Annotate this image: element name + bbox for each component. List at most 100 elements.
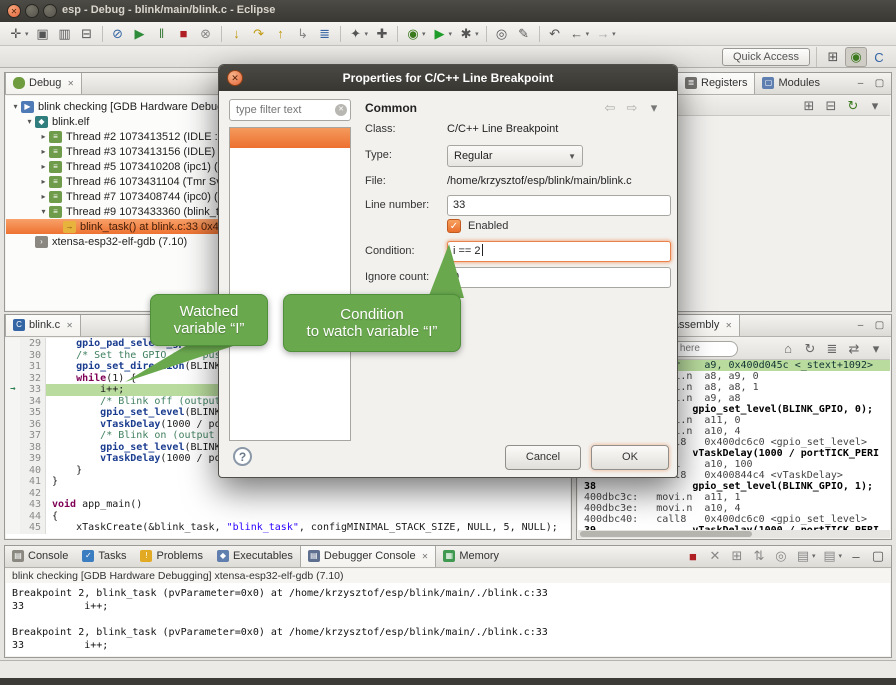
scrollbar-thumb[interactable] [580, 531, 752, 537]
sidebar-item[interactable] [230, 148, 350, 168]
code-line[interactable]: 45 xTaskCreate(&blink_task, "blink_task"… [6, 522, 570, 534]
step-over-icon[interactable]: ↷▾ [249, 24, 269, 44]
open-perspective-icon[interactable]: ⊞▾ [823, 47, 843, 67]
step-return-icon[interactable]: ↑▾ [271, 24, 291, 44]
gutter-annotation[interactable] [6, 453, 20, 465]
disconnect-icon[interactable]: ⊗▾ [196, 24, 216, 44]
instruction-stepping-icon[interactable]: ≣▾ [315, 24, 335, 44]
gutter-annotation[interactable] [6, 419, 20, 431]
clear-filter-icon[interactable]: ✕ [335, 104, 347, 116]
external-tools-icon[interactable]: ✱▾ [456, 24, 481, 44]
gutter-annotation[interactable] [6, 430, 20, 442]
close-icon[interactable]: ✕ [422, 552, 429, 561]
cancel-button[interactable]: Cancel [505, 445, 581, 470]
window-close-button[interactable]: ✕ [7, 4, 21, 18]
close-icon[interactable]: ✕ [67, 79, 74, 88]
expander-icon[interactable]: ▾ [24, 117, 35, 126]
tab-debug[interactable]: Debug ✕ [5, 72, 82, 94]
view-menu-icon[interactable]: ▾▾ [865, 96, 885, 116]
save-icon[interactable]: ▣▾ [33, 24, 53, 44]
layout-icon[interactable]: ⊞▾ [799, 96, 819, 116]
view-menu-icon[interactable]: ▾▾ [866, 339, 886, 359]
pin-console-icon[interactable]: ◎▾ [771, 546, 791, 566]
horizontal-scrollbar[interactable] [578, 530, 890, 538]
gutter-annotation[interactable] [6, 373, 20, 385]
show-source-icon[interactable]: ≣▾ [822, 339, 842, 359]
type-dropdown[interactable]: Regular ▼ [447, 145, 583, 167]
scroll-lock-icon[interactable]: ⇅▾ [749, 546, 769, 566]
maximize-icon[interactable]: ▢▾ [868, 546, 888, 566]
refresh-icon[interactable]: ↻▾ [843, 96, 863, 116]
display-console-icon[interactable]: ▤▾ [793, 546, 818, 566]
console-output[interactable]: Breakpoint 2, blink_task (pvParameter=0x… [6, 583, 890, 656]
maximize-icon[interactable]: ▢ [872, 318, 887, 333]
forward-icon[interactable]: →▾ [593, 24, 618, 44]
expander-icon[interactable]: ▾ [38, 207, 49, 216]
minimize-icon[interactable]: – [853, 76, 868, 91]
line-number-field[interactable]: 33 [447, 195, 671, 216]
console-tab[interactable]: Console ✕ [5, 545, 75, 567]
console-tab[interactable]: Debugger Console ✕ [300, 545, 436, 567]
dialog-close-button[interactable]: ✕ [227, 70, 243, 86]
collapse-all-icon[interactable]: ⊟▾ [821, 96, 841, 116]
gutter-annotation[interactable]: → [6, 384, 20, 396]
build-icon[interactable]: ✦▾ [346, 24, 371, 44]
minimize-icon[interactable]: –▾ [846, 546, 866, 566]
expander-icon[interactable]: ▸ [38, 162, 49, 171]
gutter-annotation[interactable] [6, 476, 20, 488]
refresh-icon[interactable]: ↻▾ [800, 339, 820, 359]
clear-console-icon[interactable]: ⊞▾ [727, 546, 747, 566]
terminate-icon[interactable]: ■▾ [174, 24, 194, 44]
code-line[interactable]: 44 { [6, 511, 570, 523]
back-icon[interactable]: ⇦▾ [600, 98, 620, 118]
expander-icon[interactable]: ▸ [38, 177, 49, 186]
resume-icon[interactable]: ▶▾ [130, 24, 150, 44]
sidebar-item[interactable] [230, 128, 350, 148]
code-line[interactable]: 42 [6, 488, 570, 500]
gutter-annotation[interactable] [6, 511, 20, 523]
maximize-icon[interactable]: ▢ [872, 76, 887, 91]
run-icon[interactable]: ▶▾ [430, 24, 455, 44]
ignore-count-field[interactable]: 0 [447, 267, 671, 288]
help-button[interactable]: ? [233, 447, 252, 466]
expander-icon[interactable]: ▸ [38, 132, 49, 141]
remove-launch-icon[interactable]: ✕▾ [705, 546, 725, 566]
open-element-icon[interactable]: ✎▾ [514, 24, 534, 44]
enabled-checkbox[interactable]: ✓ [447, 219, 461, 233]
home-icon[interactable]: ⌂▾ [778, 339, 798, 359]
gutter-annotation[interactable] [6, 488, 20, 500]
suspend-icon[interactable]: ‖▾ [152, 24, 172, 44]
minimize-icon[interactable]: – [853, 318, 868, 333]
close-icon[interactable]: ✕ [725, 321, 732, 330]
back-icon[interactable]: ←▾ [567, 24, 592, 44]
search-icon[interactable]: ◎▾ [492, 24, 512, 44]
tab-modules[interactable]: Modules [755, 72, 827, 94]
step-into-icon[interactable]: ↓▾ [227, 24, 247, 44]
console-tab[interactable]: Memory ✕ [436, 545, 506, 567]
save-all-icon[interactable]: ▥▾ [55, 24, 75, 44]
terminate-icon[interactable]: ■▾ [683, 546, 703, 566]
gutter-annotation[interactable] [6, 465, 20, 477]
view-menu-icon[interactable]: ▾▾ [644, 98, 664, 118]
sidebar-item[interactable] [230, 168, 350, 188]
sync-icon[interactable]: ⇄▾ [844, 339, 864, 359]
window-minimize-button[interactable] [25, 4, 39, 18]
debug-icon[interactable]: ◉▾ [403, 24, 428, 44]
gutter-annotation[interactable] [6, 350, 20, 362]
debug-perspective-icon[interactable]: ◉▾ [845, 47, 867, 67]
cpp-perspective-icon[interactable]: C▾ [869, 47, 889, 67]
gutter-annotation[interactable] [6, 407, 20, 419]
expander-icon[interactable]: ▸ [38, 192, 49, 201]
expander-icon[interactable]: ▾ [10, 102, 21, 111]
close-icon[interactable]: ✕ [66, 321, 73, 330]
gutter-annotation[interactable] [6, 361, 20, 373]
gutter-annotation[interactable] [6, 522, 20, 534]
gutter-annotation[interactable] [6, 396, 20, 408]
new-cpp-project-icon[interactable]: ✚▾ [372, 24, 392, 44]
tab-blink-c[interactable]: blink.c ✕ [5, 314, 81, 336]
skip-all-breakpoints-icon[interactable]: ⊘▾ [108, 24, 128, 44]
console-tab[interactable]: Tasks ✕ [75, 545, 133, 567]
quick-access-button[interactable]: Quick Access [722, 48, 810, 66]
console-tab[interactable]: Executables ✕ [210, 545, 300, 567]
ok-button[interactable]: OK [591, 445, 669, 470]
